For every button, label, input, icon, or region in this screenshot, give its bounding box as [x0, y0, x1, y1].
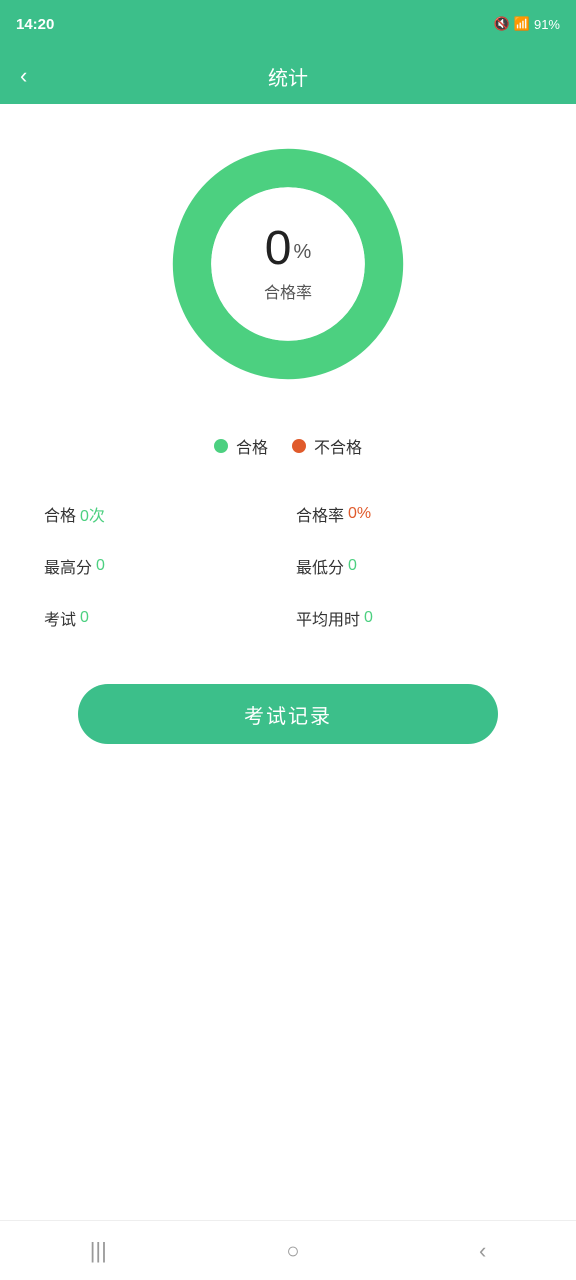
fail-label: 不合格	[314, 434, 362, 458]
bottom-nav-back[interactable]: ‹	[479, 1238, 486, 1264]
stat-highest-score: 最高分 0	[36, 540, 288, 592]
pass-dot	[214, 439, 228, 453]
donut-center-text: 0% 合格率	[264, 225, 312, 303]
back-button[interactable]: ‹	[20, 65, 27, 87]
donut-chart: 0% 合格率	[168, 144, 408, 384]
stat-pass-count: 合格 0次	[36, 488, 288, 540]
stat-lowest-score: 最低分 0	[288, 540, 540, 592]
legend-fail: 不合格	[292, 434, 362, 458]
stat-exam-count: 考试 0	[36, 592, 288, 644]
nav-bar: ‹ 统计	[0, 48, 576, 104]
percent-sign: %	[293, 241, 311, 263]
bottom-nav: ||| ○ ‹	[0, 1220, 576, 1280]
mute-icon: 🔇	[494, 16, 510, 32]
pass-label: 合格	[236, 434, 268, 458]
battery-icon: 91%	[534, 17, 560, 32]
stats-grid: 合格 0次 合格率 0% 最高分 0 最低分 0 考试 0 平均用时 0	[36, 488, 540, 644]
wifi-icon: 📶	[514, 16, 530, 32]
percentage-value: 0	[265, 222, 292, 275]
status-bar: 14:20 🔇 📶 91%	[0, 0, 576, 48]
bottom-nav-home[interactable]: ○	[286, 1238, 299, 1264]
percent-label: 合格率	[264, 279, 312, 303]
legend: 合格 不合格	[214, 434, 362, 458]
stat-pass-rate: 合格率 0%	[288, 488, 540, 540]
status-icons: 🔇 📶 91%	[494, 16, 560, 32]
status-time: 14:20	[16, 16, 54, 33]
exam-records-button[interactable]: 考试记录	[78, 684, 498, 744]
page-title: 统计	[268, 62, 308, 91]
stat-avg-time: 平均用时 0	[288, 592, 540, 644]
legend-pass: 合格	[214, 434, 268, 458]
main-content: 0% 合格率 合格 不合格 合格 0次 合格率 0% 最高分 0 最低分	[0, 104, 576, 1220]
fail-dot	[292, 439, 306, 453]
bottom-nav-menu[interactable]: |||	[90, 1238, 107, 1264]
